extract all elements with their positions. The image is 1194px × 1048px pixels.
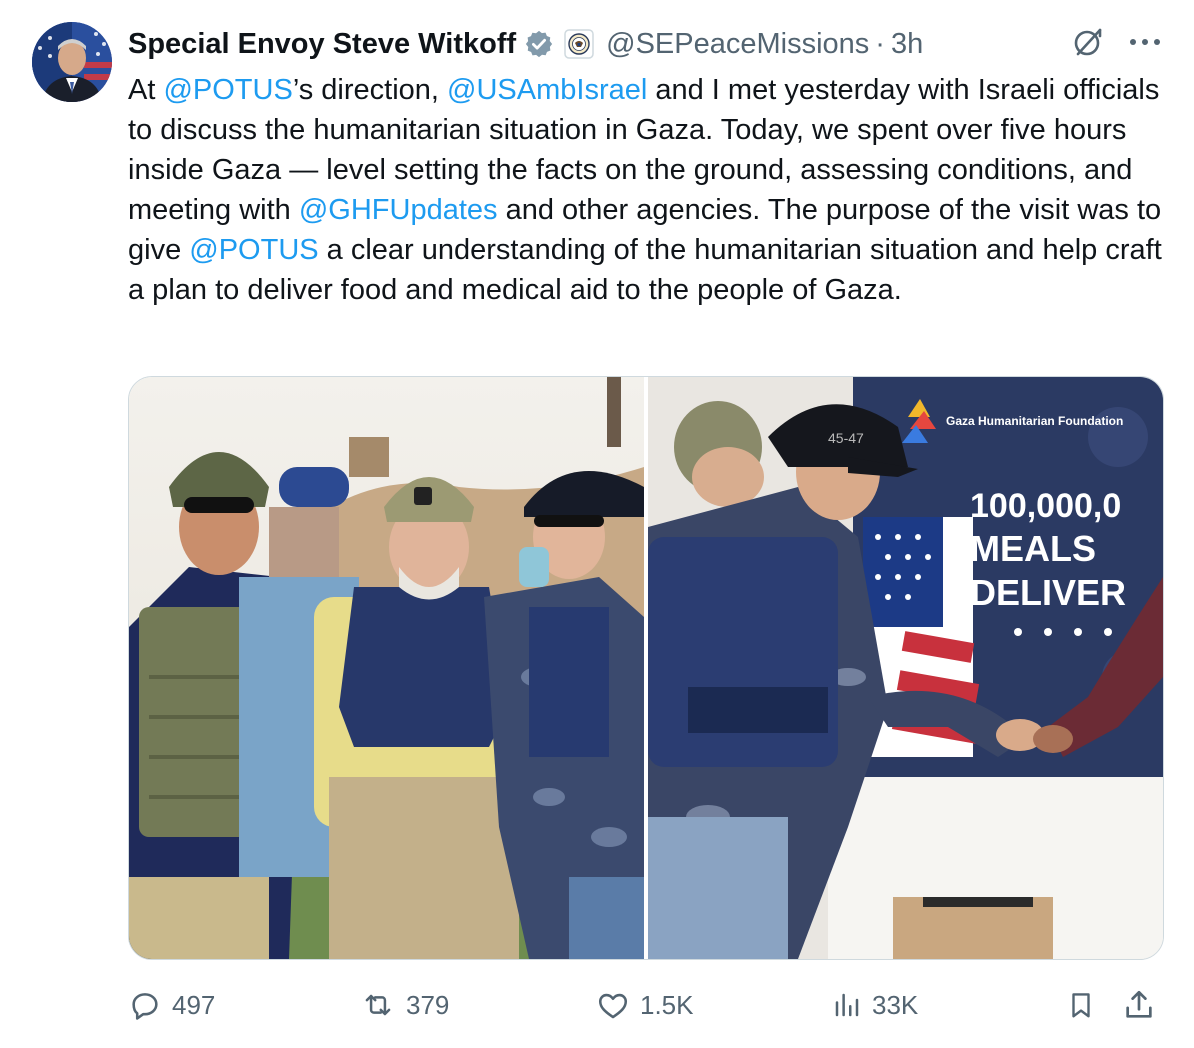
tweet-text-segment: At — [128, 74, 164, 106]
bookmark-icon — [1072, 993, 1090, 1018]
tweet-timestamp[interactable]: 3h — [891, 28, 923, 61]
reply-icon — [132, 993, 158, 1020]
photo-officials-image — [129, 377, 644, 959]
reply-button[interactable]: 497 — [128, 982, 215, 1028]
separator-dot: · — [875, 27, 885, 60]
verified-badge-icon[interactable] — [524, 29, 554, 59]
cap-text: 45-47 — [828, 430, 864, 446]
mention-link[interactable]: @GHFUpdates — [299, 194, 498, 226]
mention-link[interactable]: @POTUS — [189, 234, 318, 266]
banner-line1-text: 100,000,0 — [970, 487, 1121, 525]
more-options-icon[interactable] — [1128, 37, 1162, 47]
heart-icon — [598, 993, 628, 1019]
engagement-bar: 497 379 1.5K 33K — [128, 982, 1162, 1028]
photo-handshake-image: Gaza Humanitarian Foundation 100,000,0 M… — [648, 377, 1163, 959]
share-button[interactable] — [1122, 982, 1156, 1028]
repost-icon — [365, 994, 391, 1016]
banner-org-text: Gaza Humanitarian Foundation — [946, 414, 1123, 428]
repost-button[interactable]: 379 — [360, 982, 449, 1028]
reply-count: 497 — [172, 989, 216, 1020]
analytics-icon — [835, 993, 859, 1017]
like-count: 1.5K — [640, 989, 694, 1020]
grok-icon[interactable] — [1070, 24, 1106, 60]
banner-line3-text: DELIVER — [970, 572, 1126, 613]
state-department-seal-icon[interactable] — [564, 29, 594, 59]
media-grid: Gaza Humanitarian Foundation 100,000,0 M… — [128, 376, 1164, 960]
views-button[interactable]: 33K — [832, 982, 918, 1028]
repost-count: 379 — [406, 989, 450, 1020]
bookmark-button[interactable] — [1066, 982, 1096, 1028]
author-handle[interactable]: @SEPeaceMissions — [606, 28, 869, 61]
avatar[interactable] — [32, 22, 112, 102]
tweet-text: At @POTUS’s direction, @USAmbIsrael and … — [128, 70, 1168, 310]
mention-link[interactable]: @POTUS — [163, 74, 292, 106]
tweet-card: Special Envoy Steve Witkoff @SEPeaceMiss… — [0, 0, 1194, 1048]
avatar-image — [32, 22, 112, 102]
views-count: 33K — [872, 989, 919, 1020]
media-photo-right[interactable]: Gaza Humanitarian Foundation 100,000,0 M… — [648, 377, 1163, 959]
display-name[interactable]: Special Envoy Steve Witkoff — [128, 28, 516, 61]
media-photo-left[interactable] — [129, 377, 644, 959]
tweet-text-segment: ’s direction, — [292, 74, 448, 106]
banner-line2-text: MEALS — [970, 528, 1096, 569]
header-actions — [1070, 24, 1162, 60]
mention-link[interactable]: @USAmbIsrael — [447, 74, 647, 106]
tweet-header: Special Envoy Steve Witkoff @SEPeaceMiss… — [128, 22, 923, 66]
share-icon — [1126, 990, 1152, 1018]
like-button[interactable]: 1.5K — [596, 982, 694, 1028]
